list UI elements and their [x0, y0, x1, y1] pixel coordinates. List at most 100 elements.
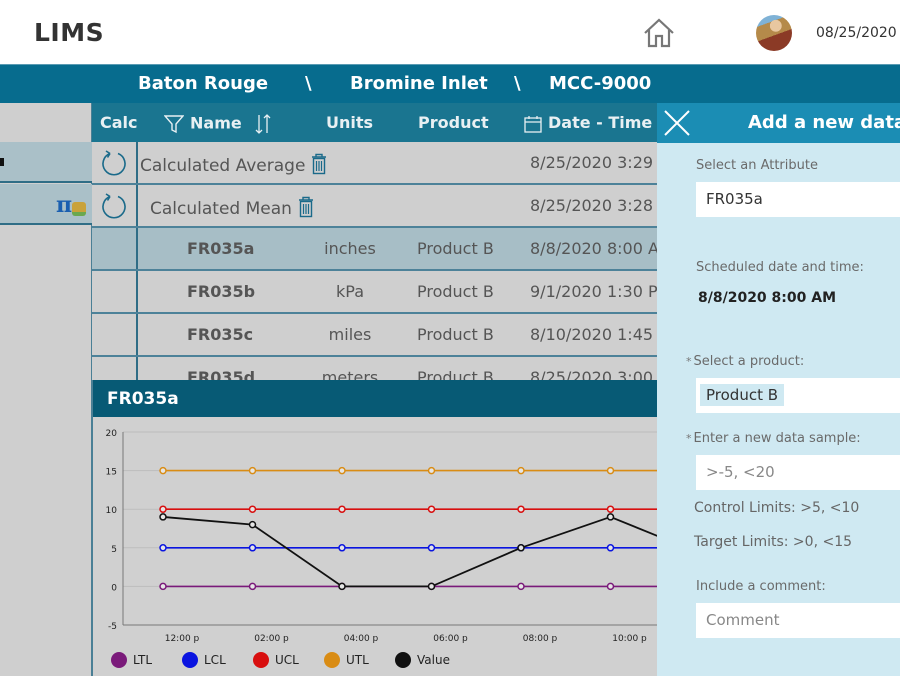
cell-product: Product B: [417, 282, 494, 301]
close-button[interactable]: [662, 108, 692, 138]
breadcrumb-equipment[interactable]: MCC-9000: [549, 73, 651, 94]
column-header-date[interactable]: Date - Time: [524, 113, 652, 133]
data-point-ltl: [606, 582, 615, 591]
attribute-badge-icon: [72, 202, 86, 216]
product-label-text: Select a product:: [693, 354, 805, 369]
target-limits-text: Target Limits: >0, <15: [694, 534, 853, 550]
legend-marker-lcl: [182, 652, 198, 668]
attribute-select[interactable]: FR035a: [696, 182, 900, 217]
data-point-utl: [427, 466, 436, 475]
calc-cell: [92, 142, 138, 183]
filter-icon[interactable]: [164, 114, 184, 134]
breadcrumb-site[interactable]: Baton Rouge: [138, 73, 268, 94]
breadcrumb-area[interactable]: Bromine Inlet: [350, 73, 488, 94]
cell-units: meters: [321, 368, 379, 380]
column-header-name-label: Name: [190, 113, 242, 133]
cell-name: FR035a: [187, 239, 254, 258]
y-tick-label: -5: [108, 622, 117, 632]
x-tick-label: 04:00 p: [344, 634, 379, 644]
breadcrumb-separator: \: [514, 73, 521, 94]
table-row[interactable]: Calculated Mean 8/25/2020 3:28 P: [92, 185, 657, 228]
column-header-product[interactable]: Product: [418, 113, 489, 132]
data-point-lcl: [159, 544, 167, 552]
legend-label-ucl: UCL: [275, 653, 299, 667]
user-avatar[interactable]: [756, 15, 792, 51]
cell-product: Product B: [417, 325, 494, 344]
x-tick-label: 12:00 p: [165, 634, 200, 644]
table-row[interactable]: FR035a inches Product B 8/8/2020 8:00 A: [92, 228, 657, 271]
data-point-value: [159, 513, 167, 521]
product-select[interactable]: Product B: [696, 378, 900, 413]
sort-icon[interactable]: [255, 113, 271, 135]
calc-cell: [92, 228, 138, 269]
control-chart: -5 0 5 10 15 20 12:00 p 02:00 p 04:00 p 06:00 p 08…: [106, 429, 658, 668]
breadcrumb: Baton Rouge \ Bromine Inlet \ MCC-9000: [0, 64, 900, 103]
cell-name-text: Calculated Average: [140, 156, 306, 176]
breadcrumb-separator: \: [305, 73, 312, 94]
trash-icon[interactable]: [298, 196, 314, 218]
data-point-value: [338, 582, 346, 591]
current-date: 08/25/2020: [816, 25, 897, 41]
data-point-lcl: [606, 544, 615, 552]
product-select-value: Product B: [700, 384, 785, 406]
data-point-utl: [248, 466, 257, 475]
y-tick-label: 5: [111, 545, 117, 555]
data-point-utl: [338, 466, 346, 475]
y-tick-label: 20: [106, 429, 118, 439]
refresh-icon[interactable]: [100, 149, 128, 177]
column-header-calc[interactable]: Calc: [100, 113, 138, 132]
data-point-ltl: [248, 582, 257, 591]
legend-label-value: Value: [417, 653, 450, 667]
cell-name: Calculated Mean: [150, 196, 314, 219]
grid-body: Calculated Average 8/25/2020 3:29 P Calcul…: [92, 142, 657, 380]
left-panel-item[interactable]: [0, 142, 92, 183]
cell-product: Product B: [417, 368, 494, 380]
cell-date: 8/25/2020 3:29 P: [530, 153, 657, 172]
grid-header: Calc Name Units Product Date - Time: [92, 103, 657, 142]
left-navigation-panel: π: [0, 103, 92, 676]
calc-cell: [92, 314, 138, 355]
left-panel-item[interactable]: π: [0, 184, 92, 225]
scheduled-datetime-label: Scheduled date and time:: [696, 260, 864, 275]
close-icon: [664, 110, 690, 136]
refresh-icon[interactable]: [100, 192, 128, 220]
drawer-title: Add a new data sample: [748, 112, 900, 133]
cell-product: Product B: [417, 239, 494, 258]
data-point-utl: [606, 466, 615, 475]
data-sample-placeholder: >-5, <20: [706, 463, 775, 481]
table-row[interactable]: Calculated Average 8/25/2020 3:29 P: [92, 142, 657, 185]
comment-input[interactable]: Comment: [696, 603, 900, 638]
data-point-ucl: [517, 505, 525, 513]
cell-name: FR035c: [187, 325, 253, 344]
data-point-ucl: [159, 505, 167, 513]
table-row[interactable]: FR035b kPa Product B 9/1/2020 1:30 P: [92, 271, 657, 314]
column-header-name[interactable]: Name: [164, 113, 277, 135]
comment-label: Include a comment:: [696, 579, 826, 594]
scheduled-datetime-value: 8/8/2020 8:00 AM: [698, 290, 837, 306]
data-sample-input[interactable]: >-5, <20: [696, 455, 900, 490]
calc-cell: [92, 357, 138, 380]
drawer-header: Add a new data sample: [657, 103, 900, 143]
data-point-ltl: [159, 582, 167, 591]
sample-label: * Enter a new data sample:: [686, 431, 861, 446]
table-row[interactable]: FR035c miles Product B 8/10/2020 1:45 P: [92, 314, 657, 357]
cell-name: Calculated Average: [140, 153, 327, 176]
trash-icon[interactable]: [311, 153, 327, 175]
data-point-ucl: [606, 505, 615, 513]
control-limits-text: Control Limits: >5, <10: [694, 500, 860, 516]
cell-name: FR035d: [187, 368, 255, 380]
cell-name-text: FR035c: [187, 325, 254, 344]
legend-marker-ltl: [111, 652, 127, 668]
legend-marker-utl: [324, 652, 340, 668]
sample-label-text: Enter a new data sample:: [693, 431, 861, 446]
table-row[interactable]: FR035d meters Product B 8/25/2020 3:00 P: [92, 357, 657, 380]
column-header-units[interactable]: Units: [326, 113, 373, 132]
x-tick-label: 10:00 p: [612, 634, 647, 644]
cell-date: 8/10/2020 1:45 P: [530, 325, 657, 344]
home-button[interactable]: [642, 17, 676, 49]
data-point-ucl: [248, 505, 257, 513]
legend-marker-value: [395, 652, 411, 668]
cell-date: 8/25/2020 3:28 P: [530, 196, 657, 215]
y-tick-label: 15: [106, 468, 117, 478]
legend-label-lcl: LCL: [204, 653, 226, 667]
